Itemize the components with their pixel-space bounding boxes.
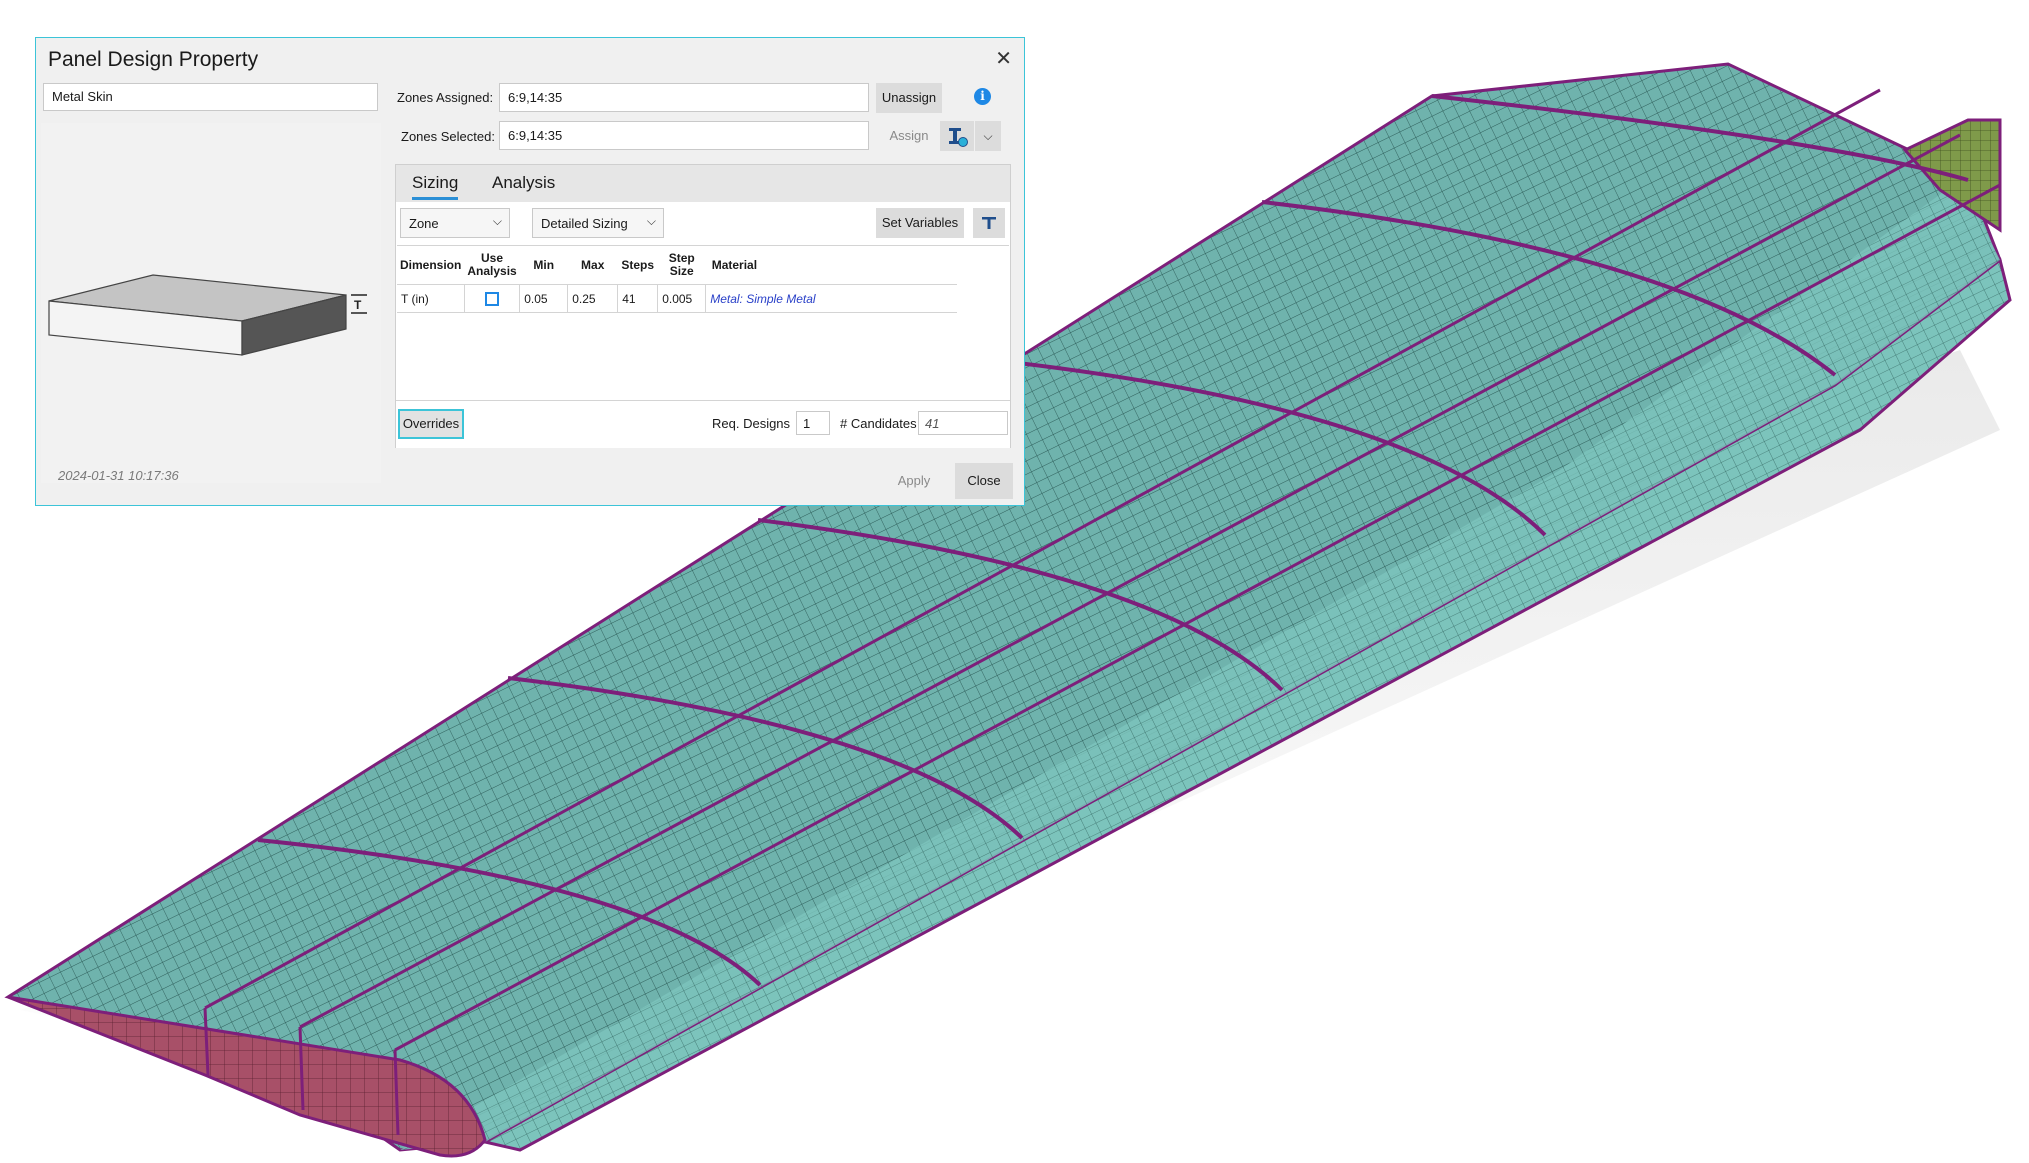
- panel-preview: T: [41, 123, 381, 483]
- cell-use-analysis: [464, 284, 521, 313]
- sizing-table-area: Dimension Use Analysis Min Max Steps Ste…: [397, 245, 1009, 401]
- metal-plate-diagram: T: [48, 274, 367, 356]
- req-designs-label: Req. Designs: [712, 416, 791, 431]
- tab-analysis[interactable]: Analysis: [492, 173, 555, 193]
- property-name-field[interactable]: Metal Skin: [43, 83, 378, 111]
- column-header-min: Min: [519, 246, 568, 285]
- cell-max[interactable]: 0.25: [567, 284, 619, 313]
- cell-steps[interactable]: 41: [617, 284, 659, 313]
- candidates-field[interactable]: 41: [918, 411, 1008, 435]
- zone-tool-button[interactable]: [940, 121, 974, 151]
- sizing-footer: Overrides Req. Designs 1 # Candidates 41: [396, 400, 1010, 448]
- zones-assigned-label: Zones Assigned:: [397, 90, 494, 105]
- sizing-mode-value: Detailed Sizing: [541, 216, 628, 231]
- dialog-title: Panel Design Property: [48, 48, 259, 71]
- close-icon[interactable]: ✕: [995, 46, 1012, 71]
- sizing-table: Dimension Use Analysis Min Max Steps Ste…: [397, 246, 957, 313]
- sizing-analysis-panel: Sizing Analysis Zone ⌵ 👁 Detailed Sizing…: [395, 164, 1011, 448]
- table-row[interactable]: T (in) 0.05 0.25 41 0.005 Metal: Simple …: [397, 284, 957, 313]
- cell-step-size[interactable]: 0.005: [657, 284, 707, 313]
- column-header-step-size: Step Size: [657, 246, 706, 285]
- scope-select-value: Zone: [409, 216, 439, 231]
- assign-button[interactable]: Assign: [876, 121, 942, 151]
- panel-design-property-dialog: Panel Design Property ✕ Metal Skin T Zon…: [35, 37, 1025, 506]
- zone-tool-icon: [949, 128, 968, 147]
- column-header-steps: Steps: [617, 246, 658, 285]
- table-header-row: Dimension Use Analysis Min Max Steps Ste…: [397, 246, 957, 285]
- column-header-dimension: Dimension: [397, 246, 465, 285]
- scope-select[interactable]: Zone ⌵: [400, 208, 510, 238]
- zones-selected-field[interactable]: 6:9,14:35: [499, 121, 869, 150]
- sizing-toolbar: Zone ⌵ 👁 Detailed Sizing ⌵ Set Variables: [396, 202, 1010, 266]
- column-header-max: Max: [567, 246, 618, 285]
- preview-dimension-label: T: [354, 298, 362, 312]
- info-icon[interactable]: i: [974, 88, 991, 105]
- column-header-material: Material: [705, 246, 957, 285]
- apply-button[interactable]: Apply: [884, 463, 944, 499]
- i-beam-icon: [982, 217, 996, 229]
- cell-material: Metal: Simple Metal: [705, 284, 957, 313]
- material-link[interactable]: Metal: Simple Metal: [710, 292, 815, 306]
- use-analysis-checkbox[interactable]: [485, 291, 500, 306]
- close-button[interactable]: Close: [955, 463, 1013, 499]
- req-designs-field[interactable]: 1: [796, 411, 830, 435]
- zones-assigned-field[interactable]: 6:9,14:35: [499, 83, 869, 112]
- zone-tool-dropdown[interactable]: ⌵: [975, 121, 1001, 151]
- tab-sizing[interactable]: Sizing: [412, 173, 459, 200]
- sizing-mode-select[interactable]: Detailed Sizing ⌵: [532, 208, 664, 238]
- cell-min[interactable]: 0.05: [519, 284, 569, 313]
- i-beam-button[interactable]: [973, 208, 1005, 238]
- timestamp: 2024-01-31 10:17:36: [58, 468, 179, 483]
- set-variables-button[interactable]: Set Variables: [876, 208, 964, 238]
- overrides-button[interactable]: Overrides: [398, 409, 464, 439]
- chevron-down-icon: ⌵: [646, 214, 656, 228]
- column-header-use-analysis: Use Analysis: [464, 246, 520, 285]
- tab-bar: Sizing Analysis: [396, 165, 1010, 202]
- cell-dimension: T (in): [397, 284, 465, 313]
- zones-selected-label: Zones Selected:: [401, 129, 495, 144]
- unassign-button[interactable]: Unassign: [876, 83, 942, 113]
- candidates-label: # Candidates: [840, 416, 917, 431]
- chevron-down-icon: ⌵: [492, 214, 502, 228]
